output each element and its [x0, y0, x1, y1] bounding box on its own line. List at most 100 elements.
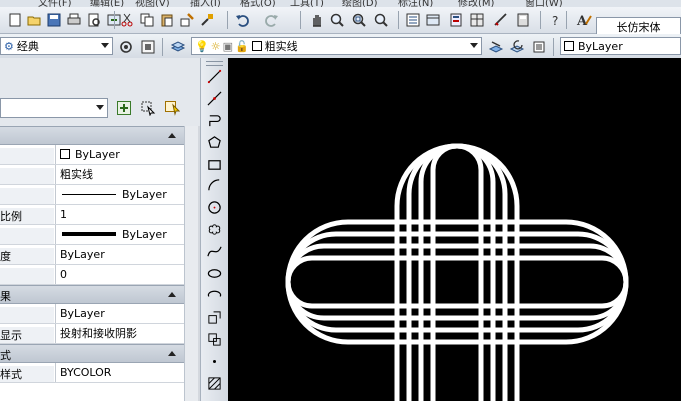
- layer-combo[interactable]: 💡 ☼ ▣ 🔓 粗实线: [191, 37, 482, 55]
- svg-text:A: A: [576, 14, 588, 28]
- property-value[interactable]: ByLayer: [55, 245, 184, 264]
- save-icon[interactable]: [44, 10, 63, 29]
- arc-icon[interactable]: [205, 176, 224, 195]
- toolpalettes-icon[interactable]: [446, 10, 465, 29]
- property-row[interactable]: 粗实线: [0, 165, 184, 185]
- spline-icon[interactable]: [205, 242, 224, 261]
- select-objects-icon[interactable]: [138, 98, 158, 118]
- property-value-text: ByLayer: [122, 188, 167, 201]
- ellipse-arc-icon[interactable]: [205, 286, 224, 305]
- preview-icon[interactable]: [84, 10, 103, 29]
- help-icon[interactable]: ?: [546, 10, 565, 29]
- workspace-value: 经典: [16, 40, 39, 53]
- property-value[interactable]: 粗实线: [55, 165, 184, 184]
- cut-icon[interactable]: [117, 10, 136, 29]
- property-row[interactable]: 显示 投射和接收阴影: [0, 324, 184, 344]
- text-style-icon[interactable]: A: [574, 10, 593, 29]
- redo-icon[interactable]: [262, 10, 281, 29]
- insert-block-icon[interactable]: [205, 308, 224, 327]
- paste-icon[interactable]: [157, 10, 176, 29]
- point-icon[interactable]: [205, 352, 224, 371]
- property-row[interactable]: 0: [0, 265, 184, 285]
- property-value[interactable]: ByLayer: [55, 225, 184, 244]
- ellipse-icon[interactable]: [205, 264, 224, 283]
- tool-palette-lock-icon[interactable]: [138, 37, 157, 56]
- layer-lock-icon: 🔓: [234, 39, 249, 53]
- layer-color-swatch: [251, 41, 262, 51]
- property-label: 度: [0, 248, 54, 264]
- standard-toolbar: 长仿宋体 ? A: [0, 7, 681, 37]
- brush-icon[interactable]: [197, 10, 216, 29]
- line-icon[interactable]: [205, 67, 224, 86]
- properties-section[interactable]: 果: [0, 285, 184, 304]
- property-row[interactable]: ByLayer: [0, 145, 184, 165]
- markup-icon[interactable]: [491, 10, 510, 29]
- revcloud-icon[interactable]: [205, 220, 224, 239]
- property-value[interactable]: ByLayer: [55, 304, 184, 323]
- construction-line-icon[interactable]: [205, 89, 224, 108]
- property-value-text: ByLayer: [60, 307, 105, 320]
- make-object-layer-current-icon[interactable]: [486, 37, 505, 56]
- designcenter-icon[interactable]: [423, 10, 442, 29]
- circle-icon[interactable]: [205, 198, 224, 217]
- property-row[interactable]: 度 ByLayer: [0, 245, 184, 265]
- properties-section[interactable]: 式: [0, 344, 184, 363]
- drawing-canvas[interactable]: [228, 58, 681, 401]
- print-icon[interactable]: [64, 10, 83, 29]
- properties-icon[interactable]: [403, 10, 422, 29]
- collapse-icon[interactable]: [168, 133, 176, 138]
- polygon-icon[interactable]: [205, 133, 224, 152]
- sheetset-icon[interactable]: [467, 10, 486, 29]
- properties-section[interactable]: [0, 126, 184, 145]
- property-label: [0, 148, 54, 164]
- new-icon[interactable]: [5, 10, 24, 29]
- draw-toolbar: [200, 58, 229, 401]
- property-value[interactable]: ByLayer: [55, 185, 184, 204]
- workspace-settings-icon[interactable]: [116, 37, 135, 56]
- property-value[interactable]: ByLayer: [55, 145, 184, 164]
- linetype-sample: [62, 194, 116, 195]
- property-value-text: 1: [60, 208, 67, 221]
- collapse-icon[interactable]: [168, 351, 176, 356]
- property-row[interactable]: 比例 1: [0, 205, 184, 225]
- color-swatch: [564, 41, 574, 51]
- zoom-previous-icon[interactable]: [371, 10, 390, 29]
- open-icon[interactable]: [24, 10, 43, 29]
- pan-icon[interactable]: [307, 10, 326, 29]
- calculator-icon[interactable]: [513, 10, 532, 29]
- property-value-text: 0: [60, 268, 67, 281]
- layer-states-icon[interactable]: [529, 37, 548, 56]
- property-row[interactable]: 样式 BYCOLOR: [0, 363, 184, 383]
- match-icon[interactable]: [177, 10, 196, 29]
- property-value[interactable]: BYCOLOR: [55, 363, 184, 382]
- property-value[interactable]: 1: [55, 205, 184, 224]
- property-row[interactable]: ByLayer: [0, 185, 184, 205]
- property-label: 显示: [0, 327, 54, 343]
- collapse-icon[interactable]: [168, 292, 176, 297]
- zoom-realtime-icon[interactable]: [327, 10, 346, 29]
- workspace-combo[interactable]: ⚙ 经典: [0, 37, 113, 55]
- property-value[interactable]: 投射和接收阴影: [55, 324, 184, 343]
- layer-manager-icon[interactable]: [168, 37, 187, 56]
- section-title: 式: [0, 349, 11, 362]
- svg-text:?: ?: [552, 14, 558, 28]
- rectangle-icon[interactable]: [205, 155, 224, 174]
- property-row[interactable]: ByLayer: [0, 225, 184, 245]
- make-block-icon[interactable]: [205, 330, 224, 349]
- text-style-value: 长仿宋体: [616, 21, 661, 34]
- object-type-combo[interactable]: [0, 98, 108, 118]
- properties-scrollbar[interactable]: [184, 126, 198, 401]
- color-control-combo[interactable]: ByLayer: [560, 37, 681, 55]
- polyline-icon[interactable]: [205, 111, 224, 130]
- property-value[interactable]: 0: [55, 265, 184, 284]
- toggle-pickadd-icon[interactable]: [114, 98, 134, 118]
- hatch-icon[interactable]: [205, 374, 224, 393]
- quick-select-icon[interactable]: [162, 98, 182, 118]
- color-swatch: [60, 149, 70, 159]
- layer-value: 粗实线: [264, 40, 298, 53]
- copy-icon[interactable]: [137, 10, 156, 29]
- property-row[interactable]: ByLayer: [0, 304, 184, 324]
- zoom-window-icon[interactable]: [349, 10, 368, 29]
- undo-icon[interactable]: [232, 10, 251, 29]
- layer-previous-icon[interactable]: [507, 37, 526, 56]
